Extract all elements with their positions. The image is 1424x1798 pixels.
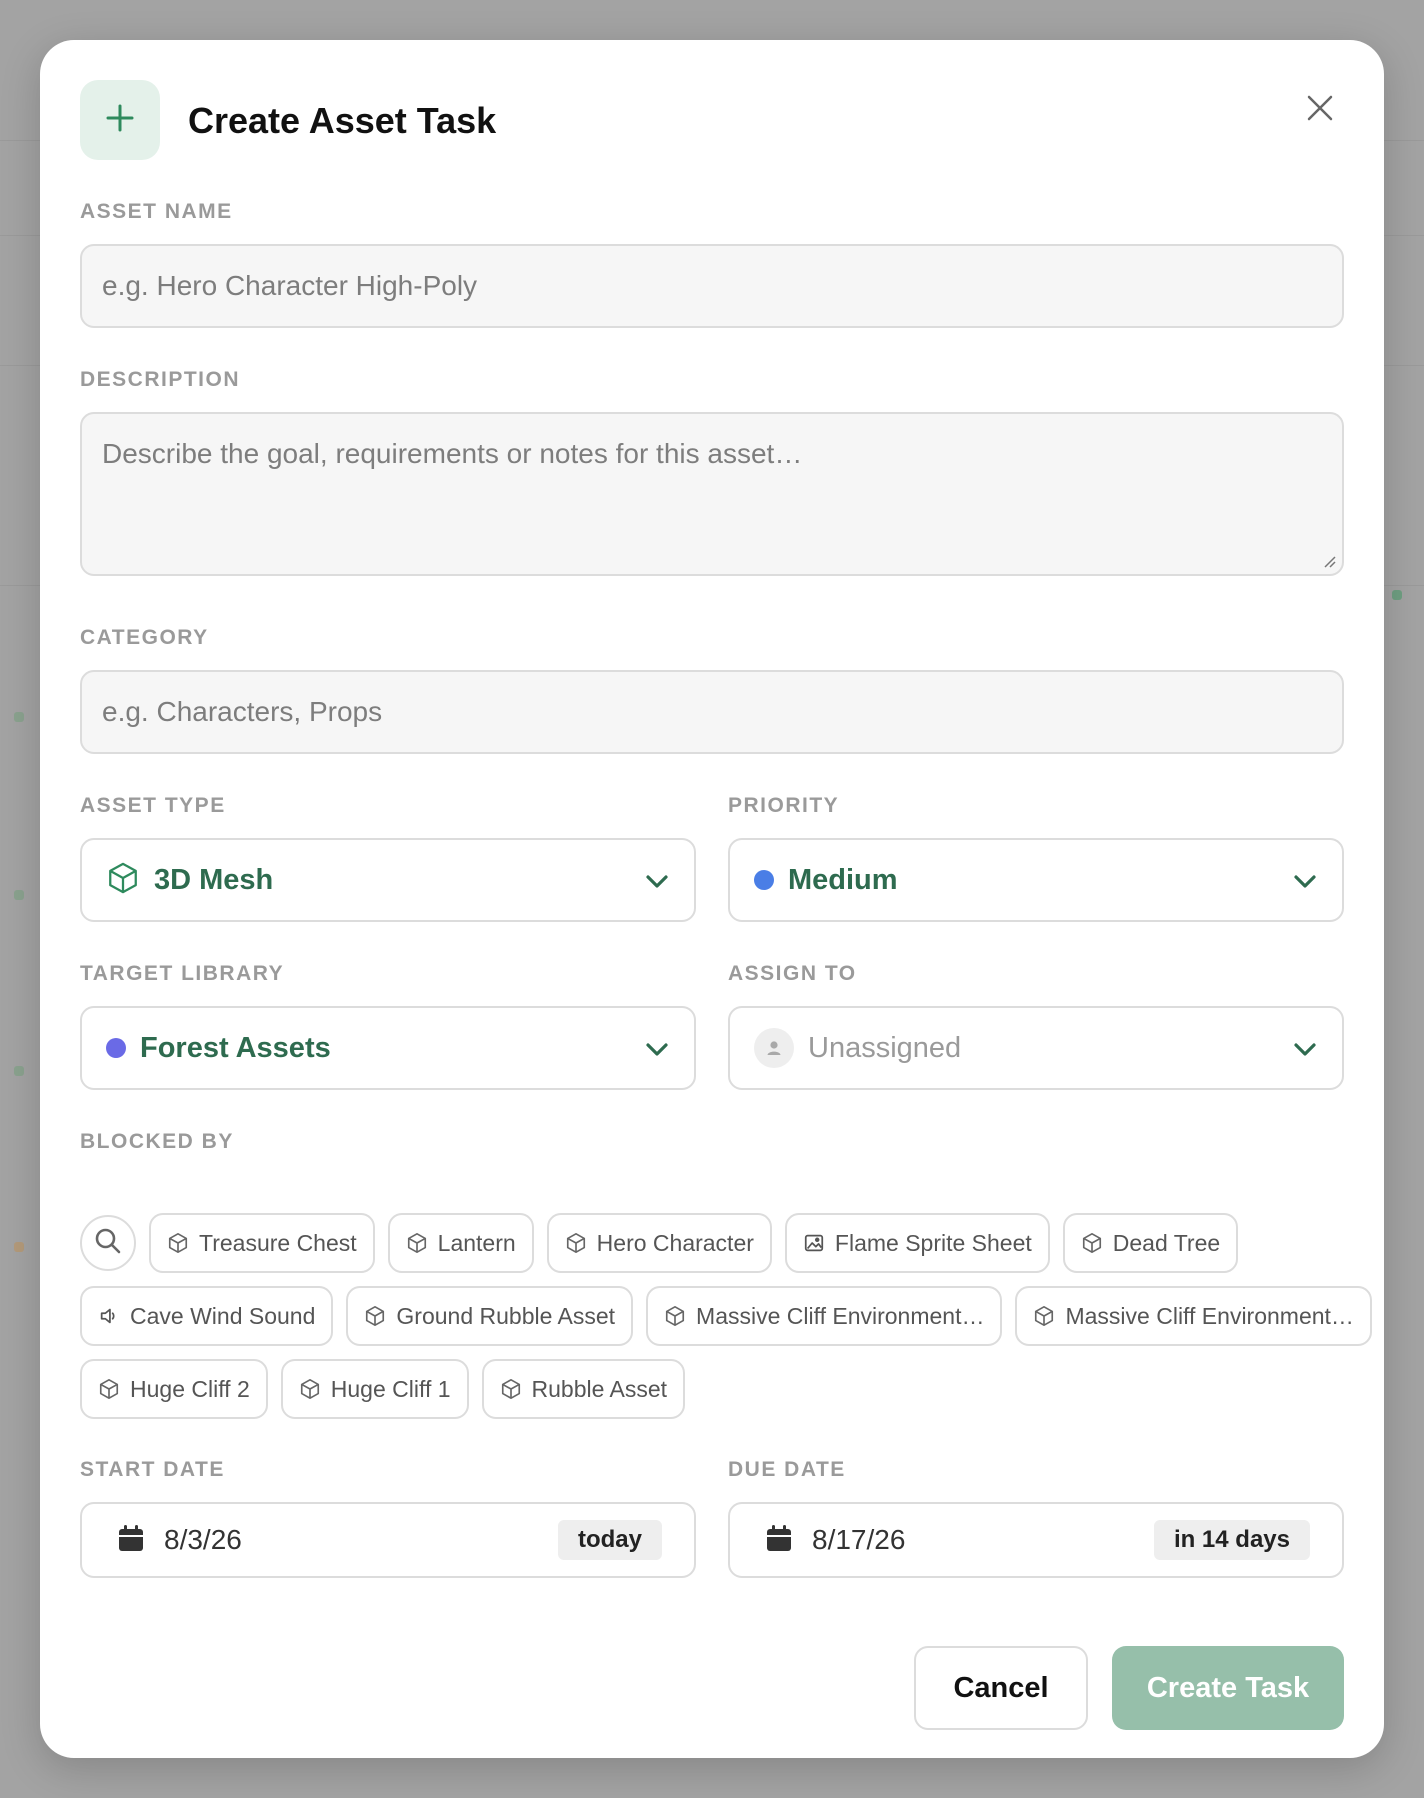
start-date-label: START DATE [80, 1458, 225, 1481]
backdrop-marker [14, 1066, 24, 1076]
blocked-by-chip-list: Treasure Chest Lantern Hero Character Fl… [80, 1213, 1372, 1432]
cube-icon [1033, 1305, 1055, 1327]
chip-label: Ground Rubble Asset [396, 1302, 616, 1329]
target-library-label: TARGET LIBRARY [80, 962, 285, 985]
chip-row: Cave Wind Sound Ground Rubble Asset Mass… [80, 1286, 1372, 1346]
cube-icon [664, 1305, 686, 1327]
blocked-by-chip[interactable]: Dead Tree [1062, 1213, 1239, 1273]
due-date-label: DUE DATE [728, 1458, 846, 1481]
blocked-by-label: BLOCKED BY [80, 1130, 234, 1153]
dialog-title: Create Asset Task [188, 100, 497, 141]
description-field-wrapper [80, 412, 1344, 576]
chip-label: Hero Character [596, 1229, 754, 1256]
chip-label: Dead Tree [1112, 1229, 1221, 1256]
create-task-button[interactable]: Create Task [1112, 1646, 1344, 1730]
cube-icon [565, 1232, 587, 1254]
speaker-icon [98, 1305, 120, 1327]
cube-icon [1081, 1232, 1103, 1254]
blocked-by-chip[interactable]: Cave Wind Sound [80, 1286, 334, 1346]
cube-icon [406, 1232, 428, 1254]
category-label: CATEGORY [80, 626, 209, 649]
chip-label: Huge Cliff 2 [130, 1375, 250, 1402]
search-icon [93, 1226, 123, 1261]
chip-label: Flame Sprite Sheet [834, 1229, 1032, 1256]
blocked-by-chip[interactable]: Rubble Asset [481, 1359, 686, 1419]
backdrop-marker [14, 1242, 24, 1252]
chip-label: Huge Cliff 1 [330, 1375, 451, 1402]
assign-to-value: Unassigned [808, 1031, 962, 1064]
asset-name-input[interactable] [82, 246, 1342, 326]
chip-label: Treasure Chest [199, 1229, 357, 1256]
blocked-by-chip[interactable]: Huge Cliff 2 [80, 1359, 268, 1419]
library-color-dot [106, 1038, 126, 1058]
asset-type-select[interactable]: 3D Mesh [80, 838, 696, 922]
calendar-icon [118, 1524, 144, 1557]
chip-row: Treasure Chest Lantern Hero Character Fl… [80, 1213, 1344, 1273]
blocked-by-chip[interactable]: Flame Sprite Sheet [784, 1213, 1050, 1273]
blocked-by-chip[interactable]: Ground Rubble Asset [346, 1286, 634, 1346]
backdrop-marker [14, 890, 24, 900]
calendar-icon [766, 1524, 792, 1557]
chevron-down-icon [644, 868, 670, 899]
chevron-down-icon [644, 1036, 670, 1067]
chip-label: Lantern [437, 1229, 516, 1256]
resize-handle-icon[interactable] [1320, 552, 1336, 568]
close-icon [1306, 94, 1334, 127]
priority-label: PRIORITY [728, 794, 840, 817]
blocked-by-chip[interactable]: Massive Cliff Environment… [1015, 1286, 1372, 1346]
asset-type-label: ASSET TYPE [80, 794, 226, 817]
cube-icon [167, 1232, 189, 1254]
priority-dot [754, 870, 774, 890]
blocked-by-chip[interactable]: Treasure Chest [149, 1213, 375, 1273]
asset-name-label: ASSET NAME [80, 200, 233, 223]
blocked-by-search-button[interactable] [80, 1215, 136, 1271]
blocked-by-chip[interactable]: Massive Cliff Environment… [646, 1286, 1003, 1346]
backdrop-marker [14, 712, 24, 722]
category-field-wrapper [80, 670, 1344, 754]
chip-label: Massive Cliff Environment… [696, 1302, 985, 1329]
backdrop-marker [1392, 590, 1402, 600]
due-date-picker[interactable]: 8/17/26 in 14 days [728, 1502, 1344, 1578]
blocked-by-chip[interactable]: Lantern [387, 1213, 534, 1273]
dialog-badge [80, 80, 160, 160]
blocked-by-chip[interactable]: Huge Cliff 1 [280, 1359, 469, 1419]
create-asset-task-dialog: Create Asset Task ASSET NAME DESCRIPTION… [40, 40, 1384, 1758]
user-icon [754, 1028, 794, 1068]
cube-icon [98, 1378, 120, 1400]
description-label: DESCRIPTION [80, 368, 241, 391]
start-date-relative-badge: today [557, 1520, 662, 1560]
assign-to-select[interactable]: Unassigned [728, 1006, 1344, 1090]
target-library-select[interactable]: Forest Assets [80, 1006, 696, 1090]
dialog-header: Create Asset Task [80, 80, 1344, 160]
chevron-down-icon [1292, 868, 1318, 899]
chip-row: Huge Cliff 2 Huge Cliff 1 Rubble Asset [80, 1359, 1344, 1419]
cube-icon [364, 1305, 386, 1327]
blocked-by-chip[interactable]: Hero Character [546, 1213, 772, 1273]
chip-label: Massive Cliff Environment… [1065, 1302, 1354, 1329]
priority-select[interactable]: Medium [728, 838, 1344, 922]
due-date-relative-badge: in 14 days [1153, 1520, 1310, 1560]
priority-value: Medium [788, 863, 898, 896]
start-date-picker[interactable]: 8/3/26 today [80, 1502, 696, 1578]
plus-icon [105, 103, 135, 138]
cube-icon [500, 1378, 522, 1400]
chip-label: Cave Wind Sound [130, 1302, 316, 1329]
category-input[interactable] [82, 672, 1342, 752]
asset-type-value: 3D Mesh [154, 863, 274, 896]
cancel-button[interactable]: Cancel [914, 1646, 1088, 1730]
asset-name-field-wrapper [80, 244, 1344, 328]
chip-label: Rubble Asset [531, 1375, 668, 1402]
start-date-value: 8/3/26 [164, 1524, 242, 1555]
image-icon [803, 1232, 825, 1254]
close-button[interactable] [1300, 90, 1340, 130]
description-textarea[interactable] [82, 414, 1342, 574]
assign-to-label: ASSIGN TO [728, 962, 857, 985]
due-date-value: 8/17/26 [812, 1524, 906, 1555]
cube-icon [106, 861, 140, 900]
target-library-value: Forest Assets [140, 1031, 331, 1064]
chevron-down-icon [1292, 1036, 1318, 1067]
cube-icon [299, 1378, 321, 1400]
